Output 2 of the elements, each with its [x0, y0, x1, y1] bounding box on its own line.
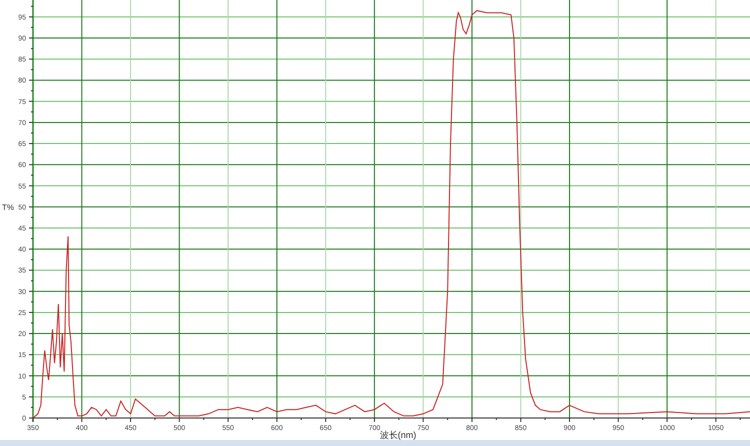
x-axis-title: 波长(nm) [380, 430, 416, 440]
y-axis-title: T% [2, 202, 14, 212]
